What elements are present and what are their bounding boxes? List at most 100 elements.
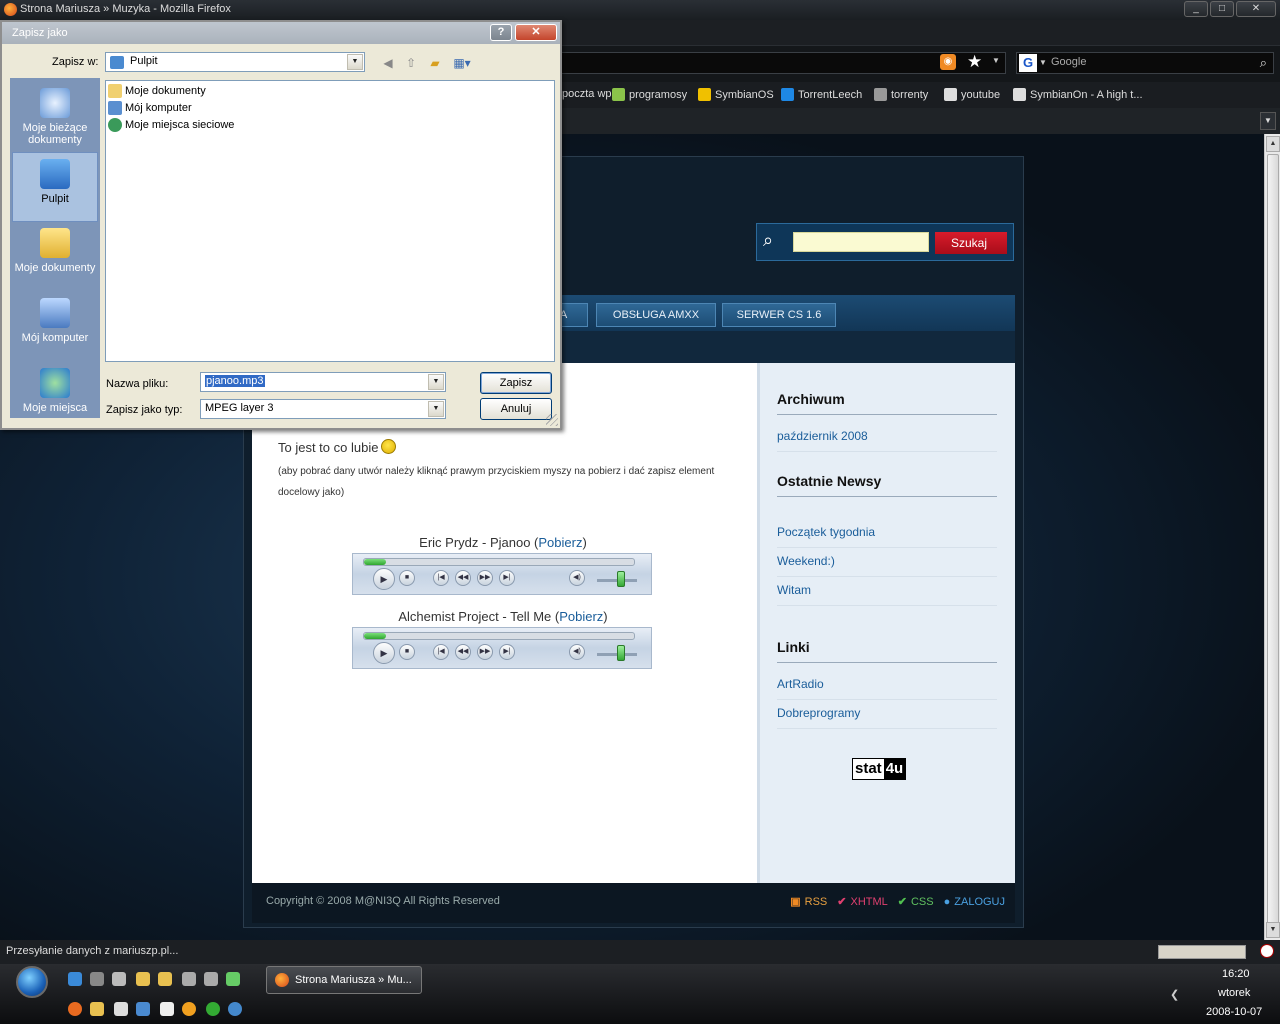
skype-icon[interactable] bbox=[228, 1002, 242, 1016]
recycle-icon[interactable] bbox=[226, 972, 240, 986]
volume-knob[interactable] bbox=[617, 571, 625, 587]
chat-icon[interactable] bbox=[182, 1002, 196, 1016]
new-folder-icon[interactable]: ▰ bbox=[426, 54, 444, 72]
previous-icon[interactable]: |◀ bbox=[433, 644, 449, 660]
external-link[interactable]: ArtRadio bbox=[777, 677, 997, 700]
file-item[interactable]: Moje dokumenty bbox=[108, 83, 206, 99]
filename-input[interactable]: pjanoo.mp3 ▼ bbox=[200, 372, 446, 392]
volume-knob[interactable] bbox=[617, 645, 625, 661]
play-icon[interactable]: ▶ bbox=[373, 568, 395, 590]
taskbar-firefox-window[interactable]: Strona Mariusza » Mu... bbox=[266, 966, 422, 994]
css-link[interactable]: ✔ CSS bbox=[898, 895, 934, 909]
fast-forward-icon[interactable]: ▶▶ bbox=[477, 570, 493, 586]
file-item[interactable]: Mój komputer bbox=[108, 100, 192, 116]
xhtml-link[interactable]: ✔ XHTML bbox=[837, 895, 888, 909]
folder-icon[interactable] bbox=[136, 972, 150, 986]
seek-bar[interactable] bbox=[363, 558, 635, 566]
news-link[interactable]: Weekend:) bbox=[777, 554, 997, 577]
save-button[interactable]: Zapisz bbox=[480, 372, 552, 394]
fast-forward-icon[interactable]: ▶▶ bbox=[477, 644, 493, 660]
help-button[interactable]: ? bbox=[490, 24, 512, 41]
ie-icon[interactable] bbox=[68, 972, 82, 986]
clock-time[interactable]: 16:20 bbox=[1222, 968, 1250, 980]
rss-feed-icon[interactable]: ◉ bbox=[940, 54, 956, 70]
bookmark-item[interactable]: TorrentLeech bbox=[781, 88, 862, 101]
app-icon[interactable] bbox=[182, 972, 196, 986]
external-link[interactable]: Dobreprogramy bbox=[777, 706, 997, 729]
scroll-thumb[interactable] bbox=[1267, 154, 1279, 924]
bookmark-item[interactable]: youtube bbox=[944, 88, 1000, 101]
file-item[interactable]: Moje miejsca sieciowe bbox=[108, 117, 234, 133]
news-link[interactable]: Witam bbox=[777, 583, 997, 606]
play-icon[interactable]: ▶ bbox=[373, 642, 395, 664]
nav-item-serwer-cs[interactable]: SERWER CS 1.6 bbox=[722, 303, 836, 327]
place-network[interactable]: Moje miejsca bbox=[12, 362, 98, 416]
close-button[interactable]: ✕ bbox=[1236, 1, 1276, 17]
seek-bar[interactable] bbox=[363, 632, 635, 640]
bookmark-item[interactable]: SymbianOn - A high t... bbox=[1013, 88, 1143, 101]
bookmark-item[interactable]: SymbianOS bbox=[698, 88, 774, 101]
previous-icon[interactable]: |◀ bbox=[433, 570, 449, 586]
rss-link[interactable]: ▣ RSS bbox=[790, 895, 827, 909]
news-link[interactable]: Początek tygodnia bbox=[777, 525, 997, 548]
chevron-down-icon[interactable]: ▼ bbox=[347, 54, 363, 70]
bookmark-item[interactable]: torrenty bbox=[874, 88, 928, 101]
folder-icon[interactable] bbox=[158, 972, 172, 986]
app-icon[interactable] bbox=[160, 1002, 174, 1016]
archive-icon[interactable] bbox=[90, 1002, 104, 1016]
chevron-down-icon[interactable]: ▼ bbox=[428, 401, 444, 417]
place-recent-documents[interactable]: Moje bieżące dokumenty bbox=[12, 82, 98, 152]
messenger-icon[interactable] bbox=[112, 972, 126, 986]
nav-item-obsluga-amxx[interactable]: OBSŁUGA AMXX bbox=[596, 303, 716, 327]
back-icon[interactable]: ◀ bbox=[379, 54, 397, 72]
place-desktop[interactable]: Pulpit bbox=[12, 152, 98, 222]
tray-expand-icon[interactable]: ❮ bbox=[1170, 988, 1179, 1001]
download-link[interactable]: Pobierz bbox=[559, 609, 603, 624]
stop-icon[interactable]: ■ bbox=[399, 644, 415, 660]
bookmark-star-icon[interactable]: ★ bbox=[967, 52, 982, 72]
next-icon[interactable]: ▶| bbox=[499, 644, 515, 660]
google-engine-icon[interactable]: G bbox=[1019, 54, 1037, 72]
rewind-icon[interactable]: ◀◀ bbox=[455, 644, 471, 660]
dialog-close-button[interactable]: ✕ bbox=[515, 24, 557, 41]
search-button[interactable]: Szukaj bbox=[935, 232, 1007, 254]
stop-icon[interactable]: ■ bbox=[399, 570, 415, 586]
login-link[interactable]: ● ZALOGUJ bbox=[944, 895, 1005, 908]
up-folder-icon[interactable]: ⇧ bbox=[402, 54, 420, 72]
start-button[interactable] bbox=[16, 966, 48, 998]
torrent-icon[interactable] bbox=[206, 1002, 220, 1016]
download-link[interactable]: Pobierz bbox=[538, 535, 582, 550]
mute-icon[interactable]: ◀) bbox=[569, 570, 585, 586]
keyboard-icon[interactable] bbox=[90, 972, 104, 986]
firefox-icon[interactable] bbox=[68, 1002, 82, 1016]
url-dropdown-icon[interactable]: ▼ bbox=[992, 56, 1000, 65]
security-icon[interactable] bbox=[1260, 944, 1274, 958]
site-search-input[interactable] bbox=[793, 232, 929, 252]
shield-icon[interactable] bbox=[114, 1002, 128, 1016]
engine-dropdown-icon[interactable]: ▼ bbox=[1039, 58, 1047, 67]
resize-grip[interactable] bbox=[546, 414, 558, 426]
bookmark-item[interactable]: poczta wp bbox=[562, 88, 612, 100]
tab-list-dropdown-icon[interactable]: ▼ bbox=[1260, 112, 1276, 130]
web-search-box[interactable]: G ▼ Google ⌕ bbox=[1016, 52, 1274, 74]
scroll-up-icon[interactable]: ▲ bbox=[1266, 136, 1280, 152]
bookmark-item[interactable]: programosy bbox=[612, 88, 687, 101]
chevron-down-icon[interactable]: ▼ bbox=[428, 374, 444, 390]
view-menu-icon[interactable]: ▦▾ bbox=[450, 54, 474, 72]
app-icon[interactable] bbox=[136, 1002, 150, 1016]
cancel-button[interactable]: Anuluj bbox=[480, 398, 552, 420]
stat4u-logo[interactable]: stat 4u bbox=[852, 758, 907, 780]
place-my-documents[interactable]: Moje dokumenty bbox=[12, 222, 98, 292]
minimize-button[interactable]: _ bbox=[1184, 1, 1208, 17]
maximize-button[interactable]: □ bbox=[1210, 1, 1234, 17]
scroll-down-icon[interactable]: ▼ bbox=[1266, 922, 1280, 938]
rewind-icon[interactable]: ◀◀ bbox=[455, 570, 471, 586]
search-go-icon[interactable]: ⌕ bbox=[1260, 55, 1267, 71]
filetype-select[interactable]: MPEG layer 3 ▼ bbox=[200, 399, 446, 419]
next-icon[interactable]: ▶| bbox=[499, 570, 515, 586]
mute-icon[interactable]: ◀) bbox=[569, 644, 585, 660]
place-my-computer[interactable]: Mój komputer bbox=[12, 292, 98, 362]
page-scrollbar[interactable]: ▲ ▼ bbox=[1264, 134, 1280, 940]
archive-link[interactable]: październik 2008 bbox=[777, 429, 997, 452]
network-icon[interactable] bbox=[204, 972, 218, 986]
